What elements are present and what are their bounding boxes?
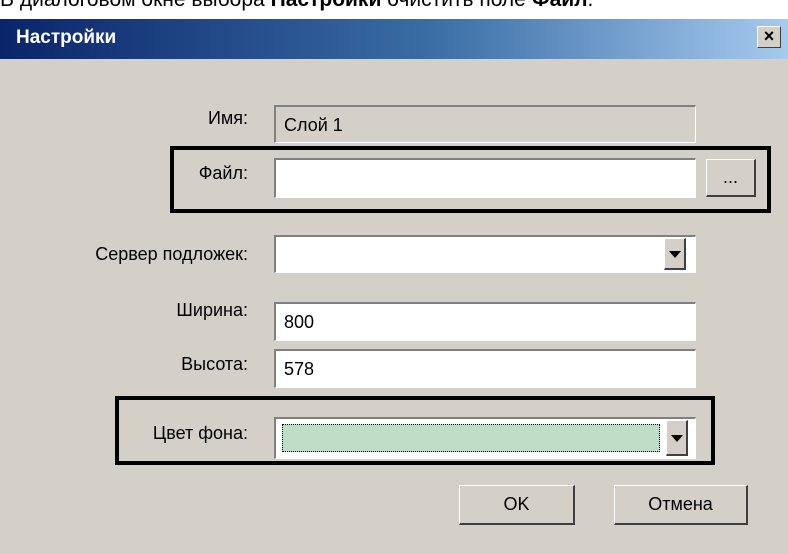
width-value: 800 xyxy=(284,312,315,332)
caption-middle: очистить поле xyxy=(381,0,531,11)
close-button[interactable]: × xyxy=(757,26,781,48)
cancel-button[interactable]: Отмена xyxy=(614,485,748,525)
ok-button[interactable]: OK xyxy=(459,485,575,525)
server-select[interactable] xyxy=(274,235,696,273)
server-label: Сервер подложек: xyxy=(95,244,248,264)
caption-prefix: В диалоговом окне выбора xyxy=(0,0,271,11)
bg-color-select[interactable] xyxy=(274,417,696,459)
caption-field-name: Файл xyxy=(532,0,588,11)
file-label: Файл: xyxy=(198,163,248,183)
name-value: Слой 1 xyxy=(284,115,343,135)
bg-color-label: Цвет фона: xyxy=(152,423,248,443)
instruction-caption: В диалоговом окне выбора Настройки очист… xyxy=(0,0,593,12)
width-input[interactable]: 800 xyxy=(274,302,696,341)
file-input[interactable] xyxy=(274,158,696,198)
name-label: Имя: xyxy=(207,108,248,128)
caption-dialog-name: Настройки xyxy=(271,0,382,11)
height-value: 578 xyxy=(284,359,315,379)
chevron-down-icon xyxy=(671,435,683,442)
settings-dialog: Настройки × Имя: Слой 1 Файл: ... Сервер… xyxy=(0,19,788,554)
browse-button[interactable]: ... xyxy=(706,159,756,197)
dialog-title: Настройки xyxy=(16,27,117,48)
caption-suffix: . xyxy=(588,0,594,11)
name-field: Слой 1 xyxy=(274,105,696,143)
bg-color-swatch xyxy=(282,424,660,452)
height-label: Высота: xyxy=(181,354,248,374)
title-bar[interactable]: Настройки × xyxy=(0,19,788,59)
bg-color-dropdown-button[interactable] xyxy=(666,420,688,456)
height-input[interactable]: 578 xyxy=(274,349,696,388)
chevron-down-icon xyxy=(669,251,681,258)
server-dropdown-button[interactable] xyxy=(664,238,686,270)
width-label: Ширина: xyxy=(176,300,248,320)
